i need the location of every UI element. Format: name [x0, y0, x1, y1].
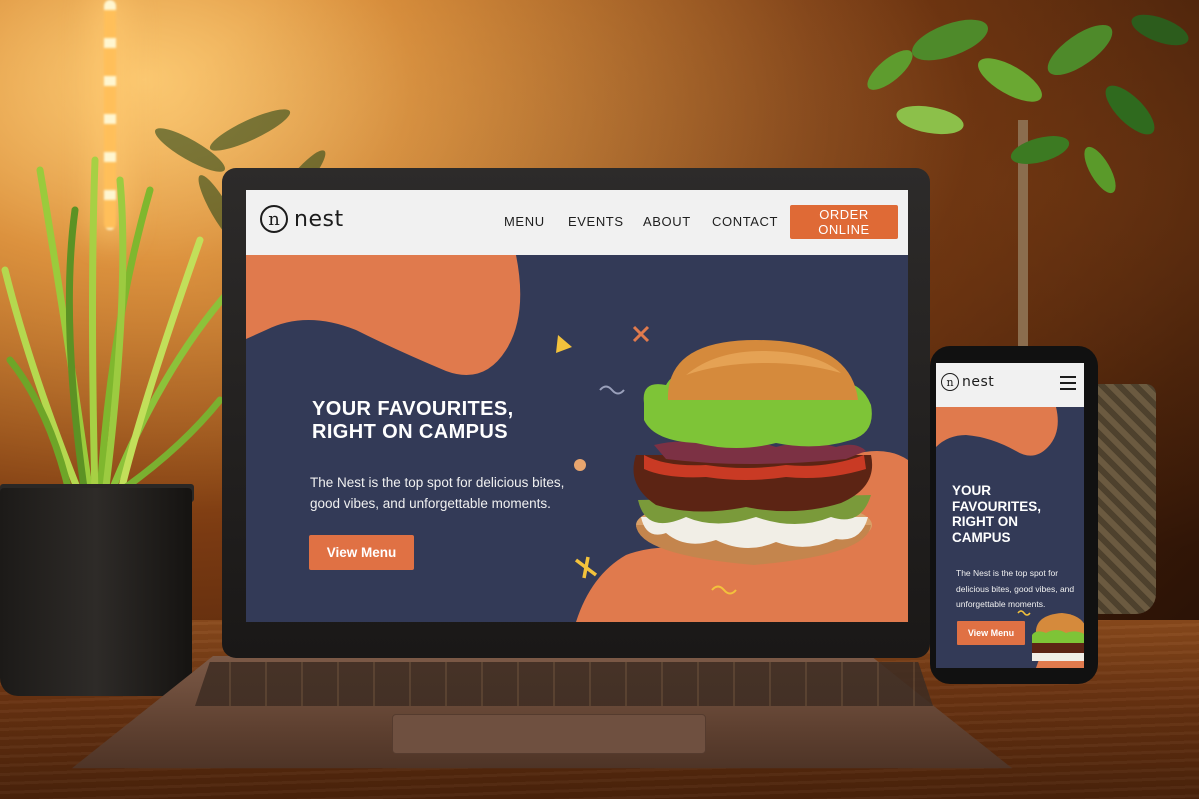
black-pot	[0, 488, 192, 696]
triangle-yellow-icon	[556, 335, 572, 353]
view-menu-button[interactable]: View Menu	[309, 535, 414, 570]
nav-link-contact[interactable]: CONTACT	[712, 214, 778, 229]
nav-link-about[interactable]: ABOUT	[643, 214, 691, 229]
mobile-logo-mark-icon: n	[941, 373, 959, 391]
hamburger-bar	[1060, 382, 1076, 384]
nav-link-menu[interactable]: MENU	[504, 214, 545, 229]
hero-description: The Nest is the top spot for delicious b…	[310, 472, 600, 514]
laptop-keyboard	[195, 662, 933, 706]
mobile-description-line2: delicious bites, good vibes, and	[956, 583, 1075, 594]
laptop-trackpad	[392, 714, 706, 754]
squiggle-icon	[599, 385, 625, 395]
grass-plant	[1, 156, 234, 495]
mobile-logo-wordmark: nest	[962, 374, 995, 390]
site-header: n nest MENU EVENTS ABOUT CONTACT ORDER O…	[246, 190, 908, 255]
photo-scene: n nest MENU EVENTS ABOUT CONTACT ORDER O…	[0, 0, 1199, 799]
hero-headline: YOUR FAVOURITES, RIGHT ON CAMPUS	[312, 398, 514, 444]
orange-blob-top	[246, 255, 521, 375]
mobile-hero: YOUR FAVOURITES, RIGHT ON CAMPUS The Nes…	[936, 407, 1084, 668]
hamburger-icon[interactable]	[1060, 376, 1076, 390]
burger-image	[633, 340, 873, 565]
hero-headline-line2: RIGHT ON CAMPUS	[312, 421, 508, 443]
site-logo[interactable]: n nest	[260, 205, 344, 233]
hero-description-line1: The Nest is the top spot for delicious b…	[310, 475, 565, 490]
mobile-headline-line4: CAMPUS	[952, 529, 1011, 545]
hamburger-bar	[1060, 388, 1076, 390]
mobile-headline-line3: RIGHT ON	[952, 514, 1018, 529]
mobile-header: n nest	[936, 363, 1084, 407]
mobile-headline-line1: YOUR	[952, 483, 992, 498]
cross-orange-icon	[632, 325, 650, 343]
mobile-description-line1: The Nest is the top spot for	[956, 568, 1059, 578]
hamburger-bar	[1060, 376, 1076, 378]
hero-description-line2: good vibes, and unforgettable moments.	[310, 496, 551, 511]
mobile-hero-headline: YOUR FAVOURITES, RIGHT ON CAMPUS	[952, 483, 1062, 545]
mobile-description-line3: unforgettable moments.	[956, 599, 1046, 609]
dot-orange-icon	[574, 459, 586, 471]
mobile-burger-image	[1032, 613, 1084, 661]
phone-screen: n nest YOUR FAVOURITES, RIGHT ON CAMPUS …	[936, 363, 1084, 668]
order-online-button[interactable]: ORDER ONLINE	[790, 205, 898, 239]
mobile-orange-blob	[936, 407, 1058, 456]
mobile-view-menu-button[interactable]: View Menu	[957, 621, 1025, 645]
logo-mark-icon: n	[260, 205, 288, 233]
mobile-headline-line2: FAVOURITES,	[952, 498, 1042, 514]
mobile-hero-description: The Nest is the top spot for delicious b…	[956, 566, 1081, 613]
hero-section: YOUR FAVOURITES, RIGHT ON CAMPUS The Nes…	[246, 255, 908, 622]
nav-link-events[interactable]: EVENTS	[568, 214, 624, 229]
laptop-screen: n nest MENU EVENTS ABOUT CONTACT ORDER O…	[246, 190, 908, 622]
hero-headline-line1: YOUR FAVOURITES,	[312, 398, 514, 420]
cross-yellow-icon	[574, 556, 598, 579]
logo-wordmark: nest	[294, 206, 344, 232]
mobile-logo[interactable]: n nest	[941, 373, 994, 391]
